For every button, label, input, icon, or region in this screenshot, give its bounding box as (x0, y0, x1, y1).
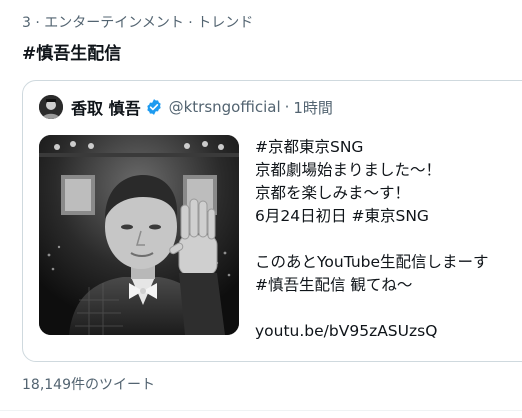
tweet-author-row: 香取 慎吾 @ktrsngofficial · 1時間 (39, 95, 333, 119)
tweet-timestamp[interactable]: 1時間 (293, 97, 333, 118)
tweet-line-2: 京都劇場始まりました〜！ (255, 161, 442, 179)
tweet-line-3: 京都を楽しみま〜す！ (255, 184, 411, 202)
tweet-line-4: 6月24日初日 #東京SNG (255, 207, 429, 225)
trend-item[interactable]: 3 · エンターテインメント · トレンド #慎吾生配信 香取 慎吾 @ktrs… (0, 0, 522, 418)
tweet-line-8 (255, 297, 522, 320)
avatar[interactable] (39, 95, 63, 119)
photo-image (39, 135, 239, 335)
tweet-card[interactable]: 香取 慎吾 @ktrsngofficial · 1時間 #京都東京SNG 京都劇… (22, 80, 522, 362)
trend-context: 3 · エンターテインメント · トレンド (22, 15, 254, 31)
verified-badge-icon (146, 99, 161, 115)
tweet-text: #京都東京SNG 京都劇場始まりました〜！ 京都を楽しみま〜す！ 6月24日初日… (255, 136, 522, 343)
tweet-media-photo[interactable] (39, 135, 239, 335)
author-handle[interactable]: @ktrsngofficial (169, 98, 281, 116)
meta-separator: · (284, 98, 290, 116)
tweet-line-1[interactable]: #京都東京SNG (255, 136, 522, 159)
trend-hashtag-title[interactable]: #慎吾生配信 (22, 43, 121, 65)
divider (0, 410, 522, 411)
tweet-line-7[interactable]: #慎吾生配信 観てね〜 (255, 274, 522, 297)
tweet-line-5 (255, 228, 522, 251)
author-name[interactable]: 香取 慎吾 (71, 95, 141, 119)
tweet-count: 18,149件のツイート (22, 377, 155, 393)
tweet-line-6: このあとYouTube生配信しまーす (255, 253, 489, 271)
avatar-image (39, 95, 63, 119)
tweet-link[interactable]: youtu.be/bV95zASUzsQ (255, 320, 522, 343)
